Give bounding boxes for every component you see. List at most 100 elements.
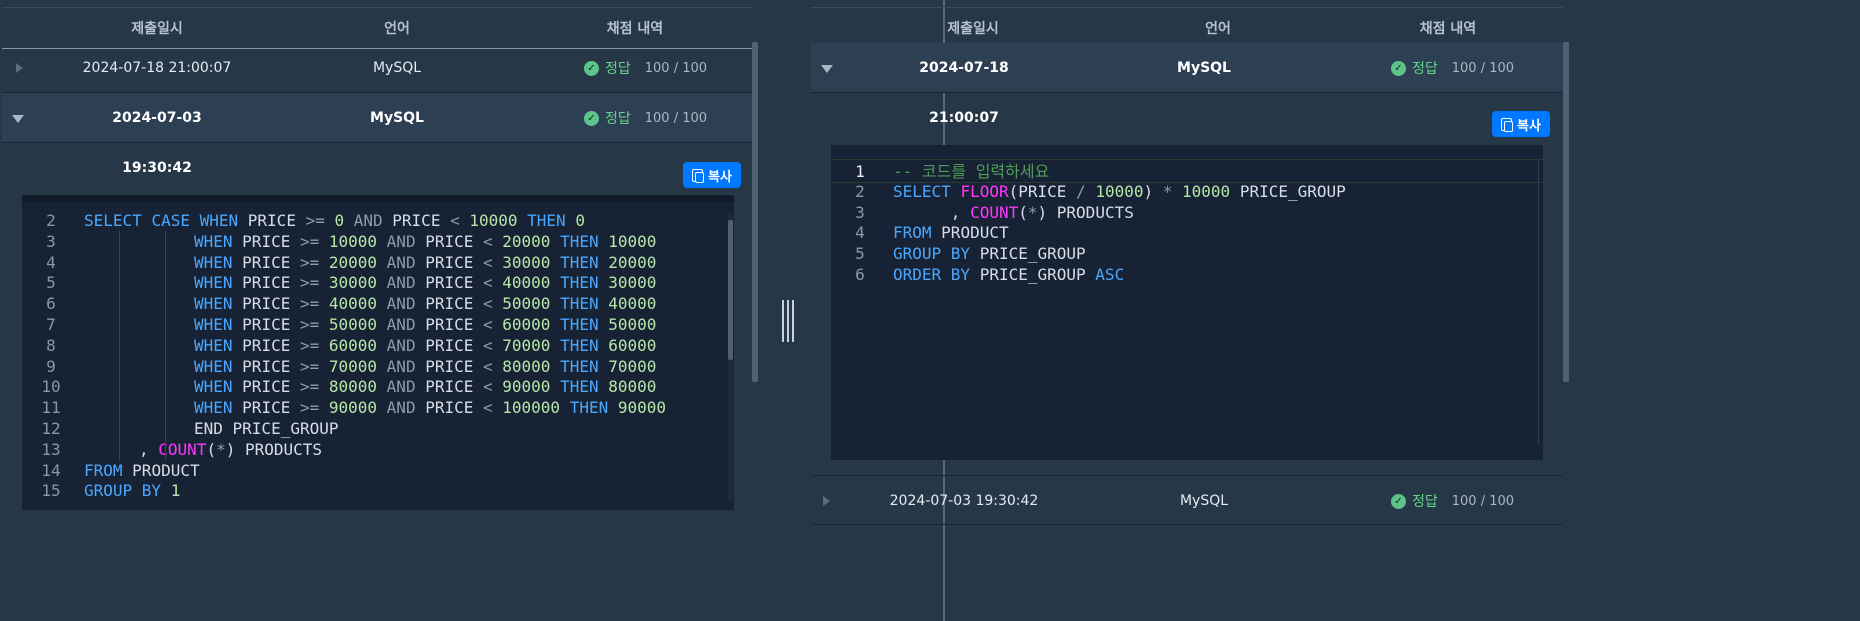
- editor-right-rule: [1538, 160, 1539, 445]
- code-token: 90000: [328, 398, 387, 418]
- split-grip-handle[interactable]: [780, 300, 796, 342]
- code-token: AND: [386, 315, 426, 334]
- collapse-triangle-icon[interactable]: [821, 65, 833, 73]
- code-token: 70000: [328, 356, 387, 376]
- code-token: (PRICE: [1008, 181, 1077, 201]
- code-token: AND: [386, 377, 426, 397]
- code-editor[interactable]: 1 -- 코드를 입력하세요 2 SELECT FLOOR(PRICE / 10000…: [831, 145, 1543, 460]
- code-token: 20000: [608, 252, 657, 272]
- submission-row-expanded[interactable]: 2024-07-03 19:30:42 MySQL ✓ 정답 100 / 100: [2, 93, 752, 176]
- code-token: WHEN: [194, 315, 243, 334]
- line-number: 6: [855, 265, 865, 284]
- code-token: <: [483, 294, 503, 314]
- pane-scrollbar[interactable]: [1563, 42, 1569, 382]
- code-token: WHEN: [194, 252, 243, 272]
- code-token: >=: [299, 398, 329, 418]
- code-token: THEN: [527, 211, 576, 230]
- code-token: 60000: [502, 315, 561, 334]
- check-circle-icon: ✓: [1391, 60, 1406, 76]
- submission-result: ✓ 정답 100 / 100: [584, 43, 707, 93]
- code-token: 40000: [608, 294, 657, 314]
- result-score: 100 / 100: [644, 110, 708, 126]
- copy-button[interactable]: 복사: [683, 162, 741, 188]
- code-scrollbar[interactable]: [728, 214, 733, 502]
- submission-date: 2024-07-03 19:30:42: [889, 493, 1039, 509]
- code-token: PRICE_GROUP: [1239, 181, 1346, 201]
- copy-button[interactable]: 복사: [1492, 111, 1550, 137]
- code-token: 20000: [502, 231, 561, 251]
- code-token: ORDER BY: [893, 265, 980, 284]
- check-circle-icon: ✓: [584, 110, 599, 126]
- code-token: >=: [299, 335, 329, 355]
- pane-scrollbar-thumb[interactable]: [752, 42, 758, 382]
- submission-result: ✓ 정답 100 / 100: [1391, 43, 1514, 93]
- code-token: -- 코드를 입력하세요: [893, 162, 1050, 181]
- code-token: 80000: [502, 356, 561, 376]
- submission-result: ✓ 정답 100 / 100: [584, 93, 707, 143]
- code-token: 0: [575, 211, 585, 230]
- code-token: >=: [299, 377, 329, 397]
- code-text: GROUP BY 1: [84, 479, 180, 503]
- result-status: 정답: [1412, 494, 1438, 510]
- code-text: ORDER BY PRICE_GROUP ASC: [893, 263, 1124, 287]
- code-token: PRODUCT: [132, 460, 200, 480]
- result-status: 정답: [605, 61, 631, 77]
- code-token: (: [1018, 202, 1028, 222]
- code-token: THEN: [560, 356, 609, 376]
- code-token: AND: [386, 356, 426, 376]
- code-token: THEN: [560, 315, 609, 334]
- code-token: 40000: [328, 294, 387, 314]
- header-date: 제출일시: [131, 21, 183, 37]
- submission-row-expanded[interactable]: 2024-07-18 21:00:07 MySQL ✓ 정답 100 / 100: [811, 43, 1563, 126]
- header-date: 제출일시: [947, 21, 999, 37]
- code-token: 60000: [608, 335, 657, 355]
- code-token: 10000: [469, 211, 528, 230]
- code-token: FROM: [893, 223, 942, 243]
- code-token: *: [1027, 202, 1038, 222]
- code-token: 0: [334, 211, 354, 230]
- code-token: 10000: [1095, 181, 1144, 201]
- result-score: 100 / 100: [644, 60, 708, 76]
- submission-language: MySQL: [372, 60, 422, 76]
- code-token: AND: [386, 273, 426, 293]
- submission-language: MySQL: [370, 110, 424, 126]
- code-token: END PRICE_GROUP: [194, 419, 339, 438]
- code-line: 6 ORDER BY PRICE_GROUP ASC: [831, 263, 1543, 287]
- code-token: PRODUCT: [941, 223, 1009, 243]
- code-token: /: [1076, 181, 1096, 201]
- code-token: 90000: [502, 377, 561, 397]
- expand-triangle-icon[interactable]: [16, 63, 23, 73]
- code-token: WHEN: [194, 335, 243, 355]
- code-token: ASC: [1095, 265, 1125, 284]
- code-token: *: [1162, 181, 1183, 201]
- copy-button-label: 복사: [708, 169, 732, 185]
- code-token: 10000: [328, 231, 387, 251]
- code-token: <: [450, 211, 470, 230]
- submission-row[interactable]: 2024-07-03 19:30:42 MySQL ✓ 정답 100 / 100: [811, 475, 1563, 525]
- pane-scrollbar[interactable]: [752, 42, 758, 382]
- code-token: PRICE: [242, 315, 300, 334]
- grip-line: [782, 300, 784, 342]
- code-token: >=: [299, 294, 329, 314]
- code-token: 30000: [502, 252, 561, 272]
- check-circle-icon: ✓: [1391, 493, 1406, 509]
- code-token: ,: [893, 202, 971, 222]
- expand-triangle-icon[interactable]: [823, 496, 830, 506]
- code-token: PRICE: [242, 294, 300, 314]
- code-token: FLOOR: [960, 181, 1009, 201]
- code-scrollbar-thumb[interactable]: [728, 220, 733, 360]
- code-token: ) PRODUCTS: [1037, 202, 1134, 222]
- pane-scrollbar-thumb[interactable]: [1563, 42, 1569, 382]
- code-token: 80000: [328, 377, 387, 397]
- code-token: PRICE: [242, 335, 300, 355]
- code-token: THEN: [560, 273, 609, 293]
- code-token: CASE: [151, 211, 200, 230]
- submission-language: MySQL: [1179, 493, 1229, 509]
- submission-row[interactable]: 2024-07-18 21:00:07 MySQL ✓ 정답 100 / 100: [2, 43, 752, 93]
- code-editor[interactable]: 2 SELECT CASE WHEN PRICE >= 0 AND PRICE <…: [22, 195, 734, 510]
- code-token: PRICE: [392, 211, 451, 230]
- code-token: PRICE_GROUP: [979, 265, 1096, 284]
- code-token: WHEN: [194, 294, 243, 314]
- code-token: PRICE: [242, 377, 300, 397]
- collapse-triangle-icon[interactable]: [12, 115, 24, 123]
